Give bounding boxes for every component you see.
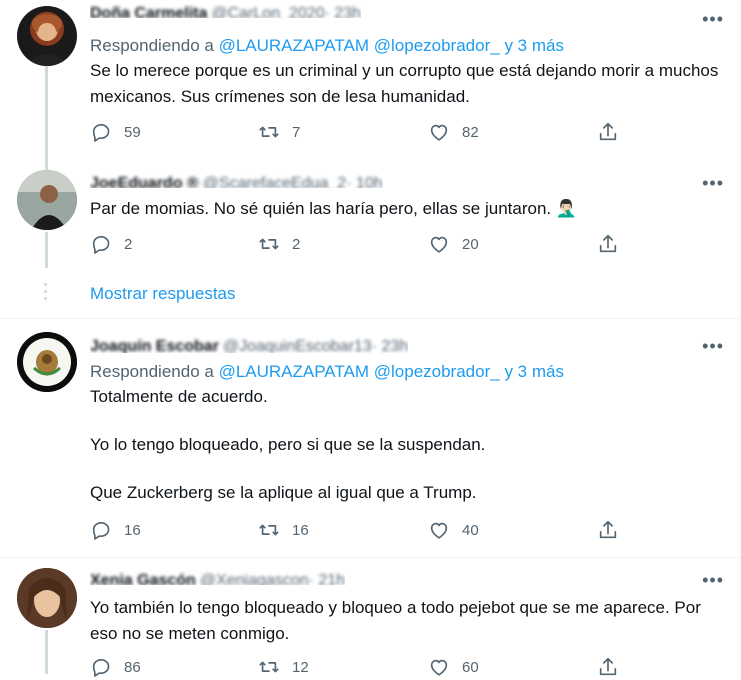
reply-button[interactable]: 86 bbox=[90, 656, 141, 678]
more-mentions-link[interactable]: y 3 más bbox=[504, 362, 564, 381]
retweet-button[interactable]: 7 bbox=[258, 121, 300, 143]
more-mentions-link[interactable]: y 3 más bbox=[504, 36, 564, 55]
replying-to-label: Respondiendo a bbox=[90, 36, 214, 55]
mention-link[interactable]: @LAURAZAPATAM bbox=[219, 362, 369, 381]
share-icon bbox=[599, 234, 617, 253]
reply-button[interactable]: 2 bbox=[90, 233, 132, 255]
avatar[interactable] bbox=[17, 6, 77, 66]
like-button[interactable]: 40 bbox=[428, 519, 479, 541]
like-button[interactable]: 82 bbox=[428, 121, 479, 143]
tweet-actions: 2 2 20 bbox=[90, 233, 650, 257]
tweet-paragraph: Que Zuckerberg se la aplique al igual qu… bbox=[90, 483, 477, 502]
heart-icon bbox=[430, 659, 448, 676]
share-button[interactable] bbox=[597, 519, 631, 541]
reply-count: 86 bbox=[124, 658, 141, 676]
retweet-button[interactable]: 2 bbox=[258, 233, 300, 255]
share-button[interactable] bbox=[597, 121, 631, 143]
author-name[interactable]: Xenia Gascón bbox=[90, 572, 196, 585]
reply-button[interactable]: 59 bbox=[90, 121, 141, 143]
reply-count: 16 bbox=[124, 521, 141, 539]
retweet-count: 12 bbox=[292, 658, 309, 676]
like-count: 82 bbox=[462, 123, 479, 141]
avatar[interactable] bbox=[17, 170, 77, 230]
retweet-count: 2 bbox=[292, 235, 301, 253]
retweet-button[interactable]: 12 bbox=[258, 656, 309, 678]
replying-to: Respondiendo a @LAURAZAPATAM @lopezobrad… bbox=[90, 361, 564, 383]
share-icon bbox=[599, 520, 617, 539]
tweet-paragraph: Yo lo tengo bloqueado, pero si que se la… bbox=[90, 435, 486, 454]
like-count: 60 bbox=[462, 658, 479, 676]
author-handle[interactable]: @CarLon_2020 bbox=[211, 5, 324, 18]
mention-link[interactable]: @lopezobrador_ bbox=[374, 36, 500, 55]
share-button[interactable] bbox=[597, 656, 631, 678]
tweet-text: Totalmente de acuerdo. Yo lo tengo bloqu… bbox=[90, 384, 720, 506]
divider bbox=[0, 318, 741, 319]
retweet-count: 7 bbox=[292, 123, 301, 141]
heart-icon bbox=[430, 236, 448, 253]
tweet-text: Yo también lo tengo bloqueado y bloqueo … bbox=[90, 595, 720, 647]
show-replies-link[interactable]: Mostrar respuestas bbox=[90, 283, 236, 305]
tweet-actions: 59 7 82 bbox=[90, 121, 650, 145]
divider bbox=[0, 557, 741, 558]
reply-icon bbox=[92, 236, 110, 254]
more-options-button[interactable]: ••• bbox=[702, 571, 724, 589]
retweet-icon bbox=[259, 238, 279, 250]
tweet-time[interactable]: · 10h bbox=[346, 175, 382, 188]
tweet-paragraph: Totalmente de acuerdo. bbox=[90, 387, 268, 406]
retweet-icon bbox=[259, 524, 279, 536]
share-icon bbox=[599, 657, 617, 676]
like-count: 20 bbox=[462, 235, 479, 253]
like-button[interactable]: 60 bbox=[428, 656, 479, 678]
thread-line bbox=[45, 66, 48, 170]
retweet-count: 16 bbox=[292, 521, 309, 539]
tweet-paragraph: Par de momias. No sé quién las haría per… bbox=[90, 199, 578, 218]
author-handle[interactable]: @Xeniagascon bbox=[200, 572, 309, 585]
reply-count: 2 bbox=[124, 235, 133, 253]
author-name[interactable]: Doña Carmelita bbox=[90, 5, 207, 18]
tweet-time[interactable]: · 21h bbox=[309, 572, 345, 585]
more-options-button[interactable]: ••• bbox=[702, 174, 724, 192]
tweet-header: Xenia Gascón @Xeniagascon· 21h bbox=[90, 571, 345, 585]
tweet-paragraph: Yo también lo tengo bloqueado y bloqueo … bbox=[90, 598, 701, 643]
retweet-icon bbox=[259, 126, 279, 138]
more-options-button[interactable]: ••• bbox=[702, 337, 724, 355]
tweet-header: Doña Carmelita @CarLon_2020· 23h bbox=[90, 4, 361, 18]
heart-icon bbox=[430, 522, 448, 539]
tweet-text: Se lo merece porque es un criminal y un … bbox=[90, 58, 720, 110]
tweet-actions: 86 12 60 bbox=[90, 656, 650, 680]
author-handle[interactable]: @ScarefaceEdua_2 bbox=[203, 175, 346, 188]
author-name[interactable]: JoeEduardo ® bbox=[90, 175, 199, 188]
tweet-text: Par de momias. No sé quién las haría per… bbox=[90, 196, 720, 222]
reply-icon bbox=[92, 124, 110, 142]
tweet-actions: 16 16 40 bbox=[90, 519, 650, 543]
reply-icon bbox=[92, 522, 110, 540]
tweet-header: Joaquín Escobar @JoaquinEscobar13· 23h bbox=[90, 337, 408, 353]
tweet-time[interactable]: · 23h bbox=[372, 338, 408, 353]
reply-button[interactable]: 16 bbox=[90, 519, 141, 541]
tweet-time[interactable]: · 23h bbox=[325, 5, 361, 18]
tweet-paragraph: Se lo merece porque es un criminal y un … bbox=[90, 61, 719, 106]
retweet-icon bbox=[259, 661, 279, 673]
like-button[interactable]: 20 bbox=[428, 233, 479, 255]
thread-gap-dots bbox=[44, 283, 48, 304]
replying-to-label: Respondiendo a bbox=[90, 362, 214, 381]
author-name[interactable]: Joaquín Escobar bbox=[90, 338, 219, 353]
replying-to: Respondiendo a @LAURAZAPATAM @lopezobrad… bbox=[90, 35, 564, 57]
avatar[interactable] bbox=[17, 332, 77, 392]
reply-count: 59 bbox=[124, 123, 141, 141]
like-count: 40 bbox=[462, 521, 479, 539]
thread-line bbox=[45, 630, 48, 674]
share-icon bbox=[599, 122, 617, 141]
more-options-button[interactable]: ••• bbox=[702, 10, 724, 28]
author-handle[interactable]: @JoaquinEscobar13 bbox=[223, 338, 372, 353]
avatar[interactable] bbox=[17, 568, 77, 628]
thread-line bbox=[45, 232, 48, 268]
retweet-button[interactable]: 16 bbox=[258, 519, 309, 541]
tweet-header: JoeEduardo ® @ScarefaceEdua_2· 10h bbox=[90, 174, 383, 188]
share-button[interactable] bbox=[597, 233, 631, 255]
reply-icon bbox=[92, 659, 110, 677]
heart-icon bbox=[430, 124, 448, 141]
mention-link[interactable]: @lopezobrador_ bbox=[374, 362, 500, 381]
mention-link[interactable]: @LAURAZAPATAM bbox=[219, 36, 369, 55]
